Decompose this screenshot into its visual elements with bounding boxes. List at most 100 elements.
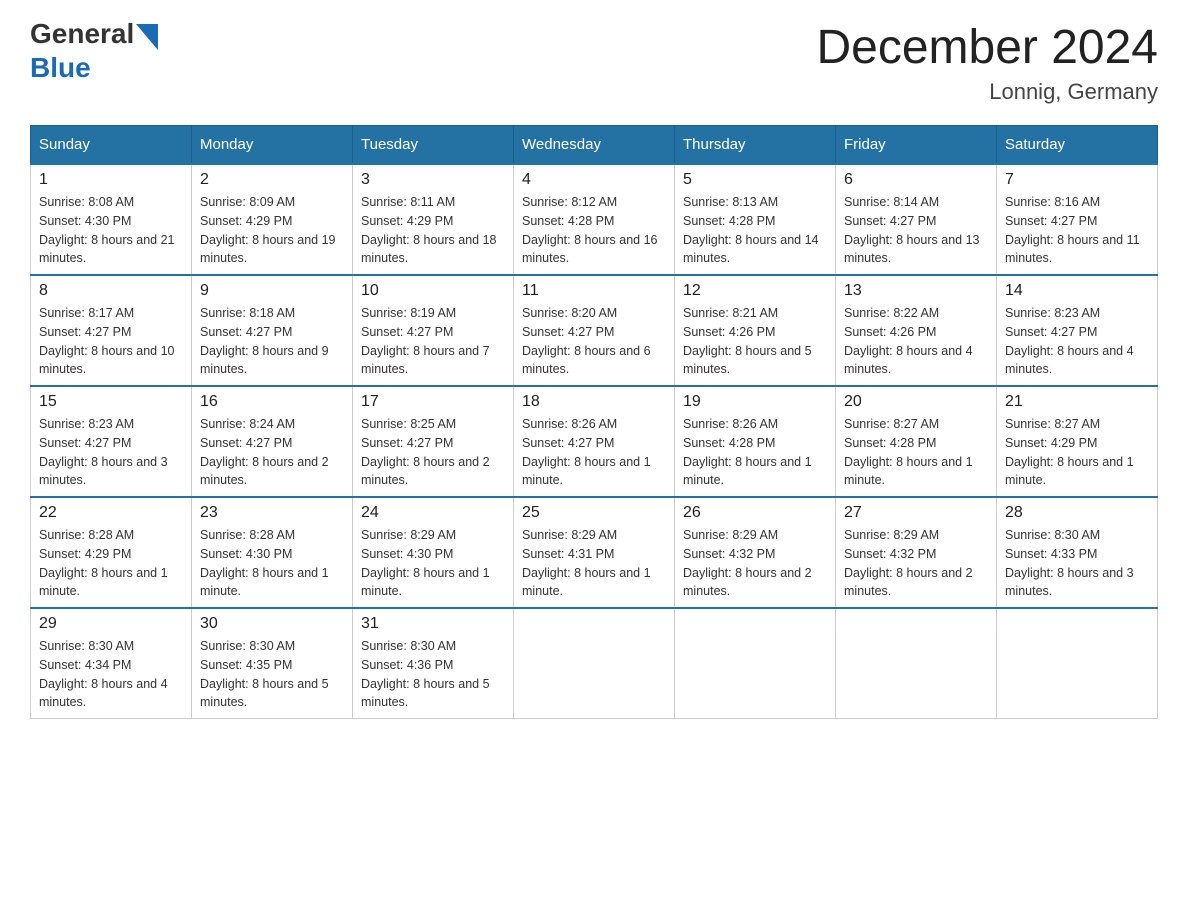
day-number: 9 (200, 282, 344, 300)
day-number: 23 (200, 504, 344, 522)
calendar-cell: 18 Sunrise: 8:26 AMSunset: 4:27 PMDaylig… (514, 386, 675, 497)
day-number: 19 (683, 393, 827, 411)
calendar-cell: 27 Sunrise: 8:29 AMSunset: 4:32 PMDaylig… (836, 497, 997, 608)
day-number: 1 (39, 171, 183, 189)
day-number: 24 (361, 504, 505, 522)
cell-info: Sunrise: 8:18 AMSunset: 4:27 PMDaylight:… (200, 304, 344, 379)
calendar-cell: 11 Sunrise: 8:20 AMSunset: 4:27 PMDaylig… (514, 275, 675, 386)
day-number: 22 (39, 504, 183, 522)
calendar-cell: 8 Sunrise: 8:17 AMSunset: 4:27 PMDayligh… (31, 275, 192, 386)
day-number: 11 (522, 282, 666, 300)
weekday-header-tuesday: Tuesday (353, 126, 514, 165)
cell-info: Sunrise: 8:26 AMSunset: 4:28 PMDaylight:… (683, 415, 827, 490)
cell-info: Sunrise: 8:30 AMSunset: 4:33 PMDaylight:… (1005, 526, 1149, 601)
cell-info: Sunrise: 8:17 AMSunset: 4:27 PMDaylight:… (39, 304, 183, 379)
calendar-cell: 15 Sunrise: 8:23 AMSunset: 4:27 PMDaylig… (31, 386, 192, 497)
calendar-cell: 12 Sunrise: 8:21 AMSunset: 4:26 PMDaylig… (675, 275, 836, 386)
logo-triangle-icon (136, 24, 158, 50)
day-number: 5 (683, 171, 827, 189)
calendar-cell: 30 Sunrise: 8:30 AMSunset: 4:35 PMDaylig… (192, 608, 353, 719)
cell-info: Sunrise: 8:30 AMSunset: 4:35 PMDaylight:… (200, 637, 344, 712)
cell-info: Sunrise: 8:27 AMSunset: 4:29 PMDaylight:… (1005, 415, 1149, 490)
cell-info: Sunrise: 8:26 AMSunset: 4:27 PMDaylight:… (522, 415, 666, 490)
cell-info: Sunrise: 8:25 AMSunset: 4:27 PMDaylight:… (361, 415, 505, 490)
cell-info: Sunrise: 8:27 AMSunset: 4:28 PMDaylight:… (844, 415, 988, 490)
calendar-cell: 13 Sunrise: 8:22 AMSunset: 4:26 PMDaylig… (836, 275, 997, 386)
weekday-header-monday: Monday (192, 126, 353, 165)
week-row-1: 1 Sunrise: 8:08 AMSunset: 4:30 PMDayligh… (31, 164, 1158, 275)
day-number: 29 (39, 615, 183, 633)
month-title: December 2024 (816, 20, 1158, 75)
day-number: 27 (844, 504, 988, 522)
title-block: December 2024 Lonnig, Germany (816, 20, 1158, 105)
week-row-2: 8 Sunrise: 8:17 AMSunset: 4:27 PMDayligh… (31, 275, 1158, 386)
logo-blue-text: Blue (30, 52, 91, 83)
cell-info: Sunrise: 8:28 AMSunset: 4:30 PMDaylight:… (200, 526, 344, 601)
day-number: 28 (1005, 504, 1149, 522)
calendar-cell: 24 Sunrise: 8:29 AMSunset: 4:30 PMDaylig… (353, 497, 514, 608)
day-number: 26 (683, 504, 827, 522)
calendar-cell (836, 608, 997, 719)
cell-info: Sunrise: 8:30 AMSunset: 4:34 PMDaylight:… (39, 637, 183, 712)
weekday-header-wednesday: Wednesday (514, 126, 675, 165)
calendar-cell: 21 Sunrise: 8:27 AMSunset: 4:29 PMDaylig… (997, 386, 1158, 497)
calendar-cell: 17 Sunrise: 8:25 AMSunset: 4:27 PMDaylig… (353, 386, 514, 497)
day-number: 6 (844, 171, 988, 189)
cell-info: Sunrise: 8:19 AMSunset: 4:27 PMDaylight:… (361, 304, 505, 379)
day-number: 13 (844, 282, 988, 300)
calendar-cell: 10 Sunrise: 8:19 AMSunset: 4:27 PMDaylig… (353, 275, 514, 386)
calendar-cell: 23 Sunrise: 8:28 AMSunset: 4:30 PMDaylig… (192, 497, 353, 608)
day-number: 31 (361, 615, 505, 633)
calendar-cell (514, 608, 675, 719)
cell-info: Sunrise: 8:16 AMSunset: 4:27 PMDaylight:… (1005, 193, 1149, 268)
cell-info: Sunrise: 8:29 AMSunset: 4:32 PMDaylight:… (844, 526, 988, 601)
day-number: 18 (522, 393, 666, 411)
calendar-cell: 7 Sunrise: 8:16 AMSunset: 4:27 PMDayligh… (997, 164, 1158, 275)
cell-info: Sunrise: 8:11 AMSunset: 4:29 PMDaylight:… (361, 193, 505, 268)
day-number: 21 (1005, 393, 1149, 411)
logo-general-text: General (30, 18, 134, 49)
page-header: General Blue December 2024 Lonnig, Germa… (30, 20, 1158, 105)
cell-info: Sunrise: 8:12 AMSunset: 4:28 PMDaylight:… (522, 193, 666, 268)
day-number: 14 (1005, 282, 1149, 300)
calendar-cell: 25 Sunrise: 8:29 AMSunset: 4:31 PMDaylig… (514, 497, 675, 608)
cell-info: Sunrise: 8:14 AMSunset: 4:27 PMDaylight:… (844, 193, 988, 268)
cell-info: Sunrise: 8:29 AMSunset: 4:32 PMDaylight:… (683, 526, 827, 601)
day-number: 7 (1005, 171, 1149, 189)
location-title: Lonnig, Germany (816, 79, 1158, 105)
day-number: 20 (844, 393, 988, 411)
calendar-cell: 14 Sunrise: 8:23 AMSunset: 4:27 PMDaylig… (997, 275, 1158, 386)
calendar-table: SundayMondayTuesdayWednesdayThursdayFrid… (30, 125, 1158, 719)
calendar-cell: 5 Sunrise: 8:13 AMSunset: 4:28 PMDayligh… (675, 164, 836, 275)
calendar-cell (675, 608, 836, 719)
cell-info: Sunrise: 8:24 AMSunset: 4:27 PMDaylight:… (200, 415, 344, 490)
logo: General Blue (30, 20, 158, 82)
day-number: 12 (683, 282, 827, 300)
cell-info: Sunrise: 8:21 AMSunset: 4:26 PMDaylight:… (683, 304, 827, 379)
day-number: 3 (361, 171, 505, 189)
calendar-cell: 9 Sunrise: 8:18 AMSunset: 4:27 PMDayligh… (192, 275, 353, 386)
calendar-cell: 3 Sunrise: 8:11 AMSunset: 4:29 PMDayligh… (353, 164, 514, 275)
cell-info: Sunrise: 8:20 AMSunset: 4:27 PMDaylight:… (522, 304, 666, 379)
cell-info: Sunrise: 8:29 AMSunset: 4:31 PMDaylight:… (522, 526, 666, 601)
day-number: 15 (39, 393, 183, 411)
week-row-3: 15 Sunrise: 8:23 AMSunset: 4:27 PMDaylig… (31, 386, 1158, 497)
day-number: 17 (361, 393, 505, 411)
cell-info: Sunrise: 8:09 AMSunset: 4:29 PMDaylight:… (200, 193, 344, 268)
weekday-header-sunday: Sunday (31, 126, 192, 165)
calendar-cell: 4 Sunrise: 8:12 AMSunset: 4:28 PMDayligh… (514, 164, 675, 275)
calendar-cell: 28 Sunrise: 8:30 AMSunset: 4:33 PMDaylig… (997, 497, 1158, 608)
cell-info: Sunrise: 8:08 AMSunset: 4:30 PMDaylight:… (39, 193, 183, 268)
calendar-cell: 19 Sunrise: 8:26 AMSunset: 4:28 PMDaylig… (675, 386, 836, 497)
weekday-header-row: SundayMondayTuesdayWednesdayThursdayFrid… (31, 126, 1158, 165)
calendar-cell: 20 Sunrise: 8:27 AMSunset: 4:28 PMDaylig… (836, 386, 997, 497)
cell-info: Sunrise: 8:23 AMSunset: 4:27 PMDaylight:… (1005, 304, 1149, 379)
cell-info: Sunrise: 8:22 AMSunset: 4:26 PMDaylight:… (844, 304, 988, 379)
week-row-4: 22 Sunrise: 8:28 AMSunset: 4:29 PMDaylig… (31, 497, 1158, 608)
day-number: 2 (200, 171, 344, 189)
day-number: 16 (200, 393, 344, 411)
week-row-5: 29 Sunrise: 8:30 AMSunset: 4:34 PMDaylig… (31, 608, 1158, 719)
day-number: 8 (39, 282, 183, 300)
calendar-cell: 2 Sunrise: 8:09 AMSunset: 4:29 PMDayligh… (192, 164, 353, 275)
cell-info: Sunrise: 8:30 AMSunset: 4:36 PMDaylight:… (361, 637, 505, 712)
